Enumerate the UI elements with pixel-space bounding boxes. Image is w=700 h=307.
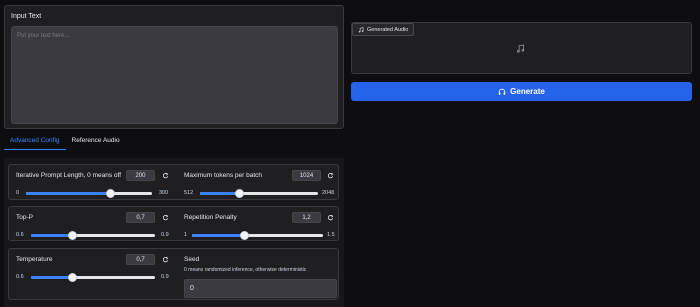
- slider-fill: [200, 192, 240, 195]
- range-max: 1.5: [327, 232, 335, 238]
- range-min: 512: [184, 190, 194, 196]
- seed-description: 0 means randomized inference, otherwise …: [184, 267, 307, 273]
- slider-thumb[interactable]: [234, 189, 244, 198]
- tab-advanced-config[interactable]: Advanced Config: [4, 133, 66, 150]
- seed-control: Seed 0 means randomized inference, other…: [184, 256, 339, 300]
- slider-thumb[interactable]: [105, 189, 115, 198]
- reset-icon[interactable]: [327, 214, 334, 221]
- max-tokens-input[interactable]: 1024: [292, 170, 321, 181]
- slider-fill: [31, 234, 73, 237]
- top-p-input[interactable]: 0,7: [126, 212, 155, 223]
- text-input[interactable]: [11, 26, 338, 124]
- repetition-penalty-slider[interactable]: [192, 231, 323, 240]
- headphones-icon: [498, 88, 506, 95]
- slider-thumb[interactable]: [67, 273, 77, 282]
- temperature-slider[interactable]: [31, 273, 155, 282]
- seed-label: Seed: [184, 256, 200, 263]
- slider-thumb[interactable]: [67, 231, 77, 240]
- input-text-label: Input Text: [11, 13, 42, 20]
- repetition-penalty-control: Repetition Penalty 1,2 1 1.5: [184, 212, 335, 242]
- tab-reference-audio[interactable]: Reference Audio: [66, 133, 126, 150]
- config-tabs: Advanced Config Reference Audio: [4, 133, 126, 150]
- max-tokens-label: Maximum tokens per batch: [184, 172, 263, 179]
- repetition-penalty-label: Repetition Penalty: [184, 214, 237, 221]
- config-group-3: Temperature 0,7 0.6 0.9 Seed 0 means ran…: [8, 248, 339, 300]
- config-group-1: Iterative Prompt Length, 0 means off 200…: [8, 164, 339, 200]
- top-p-label: Top-P: [16, 214, 33, 221]
- range-min: 0.6: [16, 274, 24, 280]
- max-tokens-slider[interactable]: [200, 189, 318, 198]
- range-max: 0.9: [161, 232, 169, 238]
- range-min: 0.6: [16, 232, 24, 238]
- seed-input[interactable]: 0: [184, 279, 337, 298]
- iterative-prompt-length-input[interactable]: 200: [126, 170, 155, 181]
- reset-icon[interactable]: [162, 256, 169, 263]
- generated-audio-label: Generated Audio: [367, 26, 409, 33]
- slider-fill: [26, 192, 111, 195]
- temperature-label: Temperature: [16, 256, 53, 263]
- top-p-slider[interactable]: [31, 231, 155, 240]
- generated-audio-tag: Generated Audio: [352, 23, 415, 36]
- advanced-config-area: Iterative Prompt Length, 0 means off 200…: [4, 158, 344, 307]
- generated-audio-panel: Generated Audio: [351, 22, 692, 74]
- range-min: 1: [184, 232, 188, 238]
- range-max: 300: [159, 190, 169, 196]
- music-note-icon: [358, 26, 364, 33]
- range-max: 0.9: [161, 274, 169, 280]
- temperature-input[interactable]: 0,7: [126, 254, 155, 265]
- reset-icon[interactable]: [162, 214, 169, 221]
- range-max: 2048: [322, 190, 335, 196]
- music-note-icon: [516, 44, 525, 53]
- config-group-2: Top-P 0,7 0.6 0.9 Repetition Penalty 1,2…: [8, 206, 339, 241]
- slider-thumb[interactable]: [239, 231, 249, 240]
- temperature-control: Temperature 0,7 0.6 0.9: [16, 254, 169, 284]
- range-min: 0: [16, 190, 20, 196]
- max-tokens-control: Maximum tokens per batch 1024 512 2048: [184, 170, 335, 200]
- reset-icon[interactable]: [327, 172, 334, 179]
- slider-fill: [192, 234, 245, 237]
- iterative-prompt-length-label: Iterative Prompt Length, 0 means off: [16, 172, 122, 179]
- slider-fill: [31, 276, 73, 279]
- repetition-penalty-input[interactable]: 1,2: [292, 212, 321, 223]
- input-text-panel: Input Text: [4, 5, 344, 129]
- top-p-control: Top-P 0,7 0.6 0.9: [16, 212, 169, 242]
- generate-button[interactable]: Generate: [351, 82, 692, 101]
- iterative-prompt-length-slider[interactable]: [26, 189, 152, 198]
- iterative-prompt-length-control: Iterative Prompt Length, 0 means off 200…: [16, 170, 169, 200]
- reset-icon[interactable]: [162, 172, 169, 179]
- generate-label: Generate: [510, 87, 545, 96]
